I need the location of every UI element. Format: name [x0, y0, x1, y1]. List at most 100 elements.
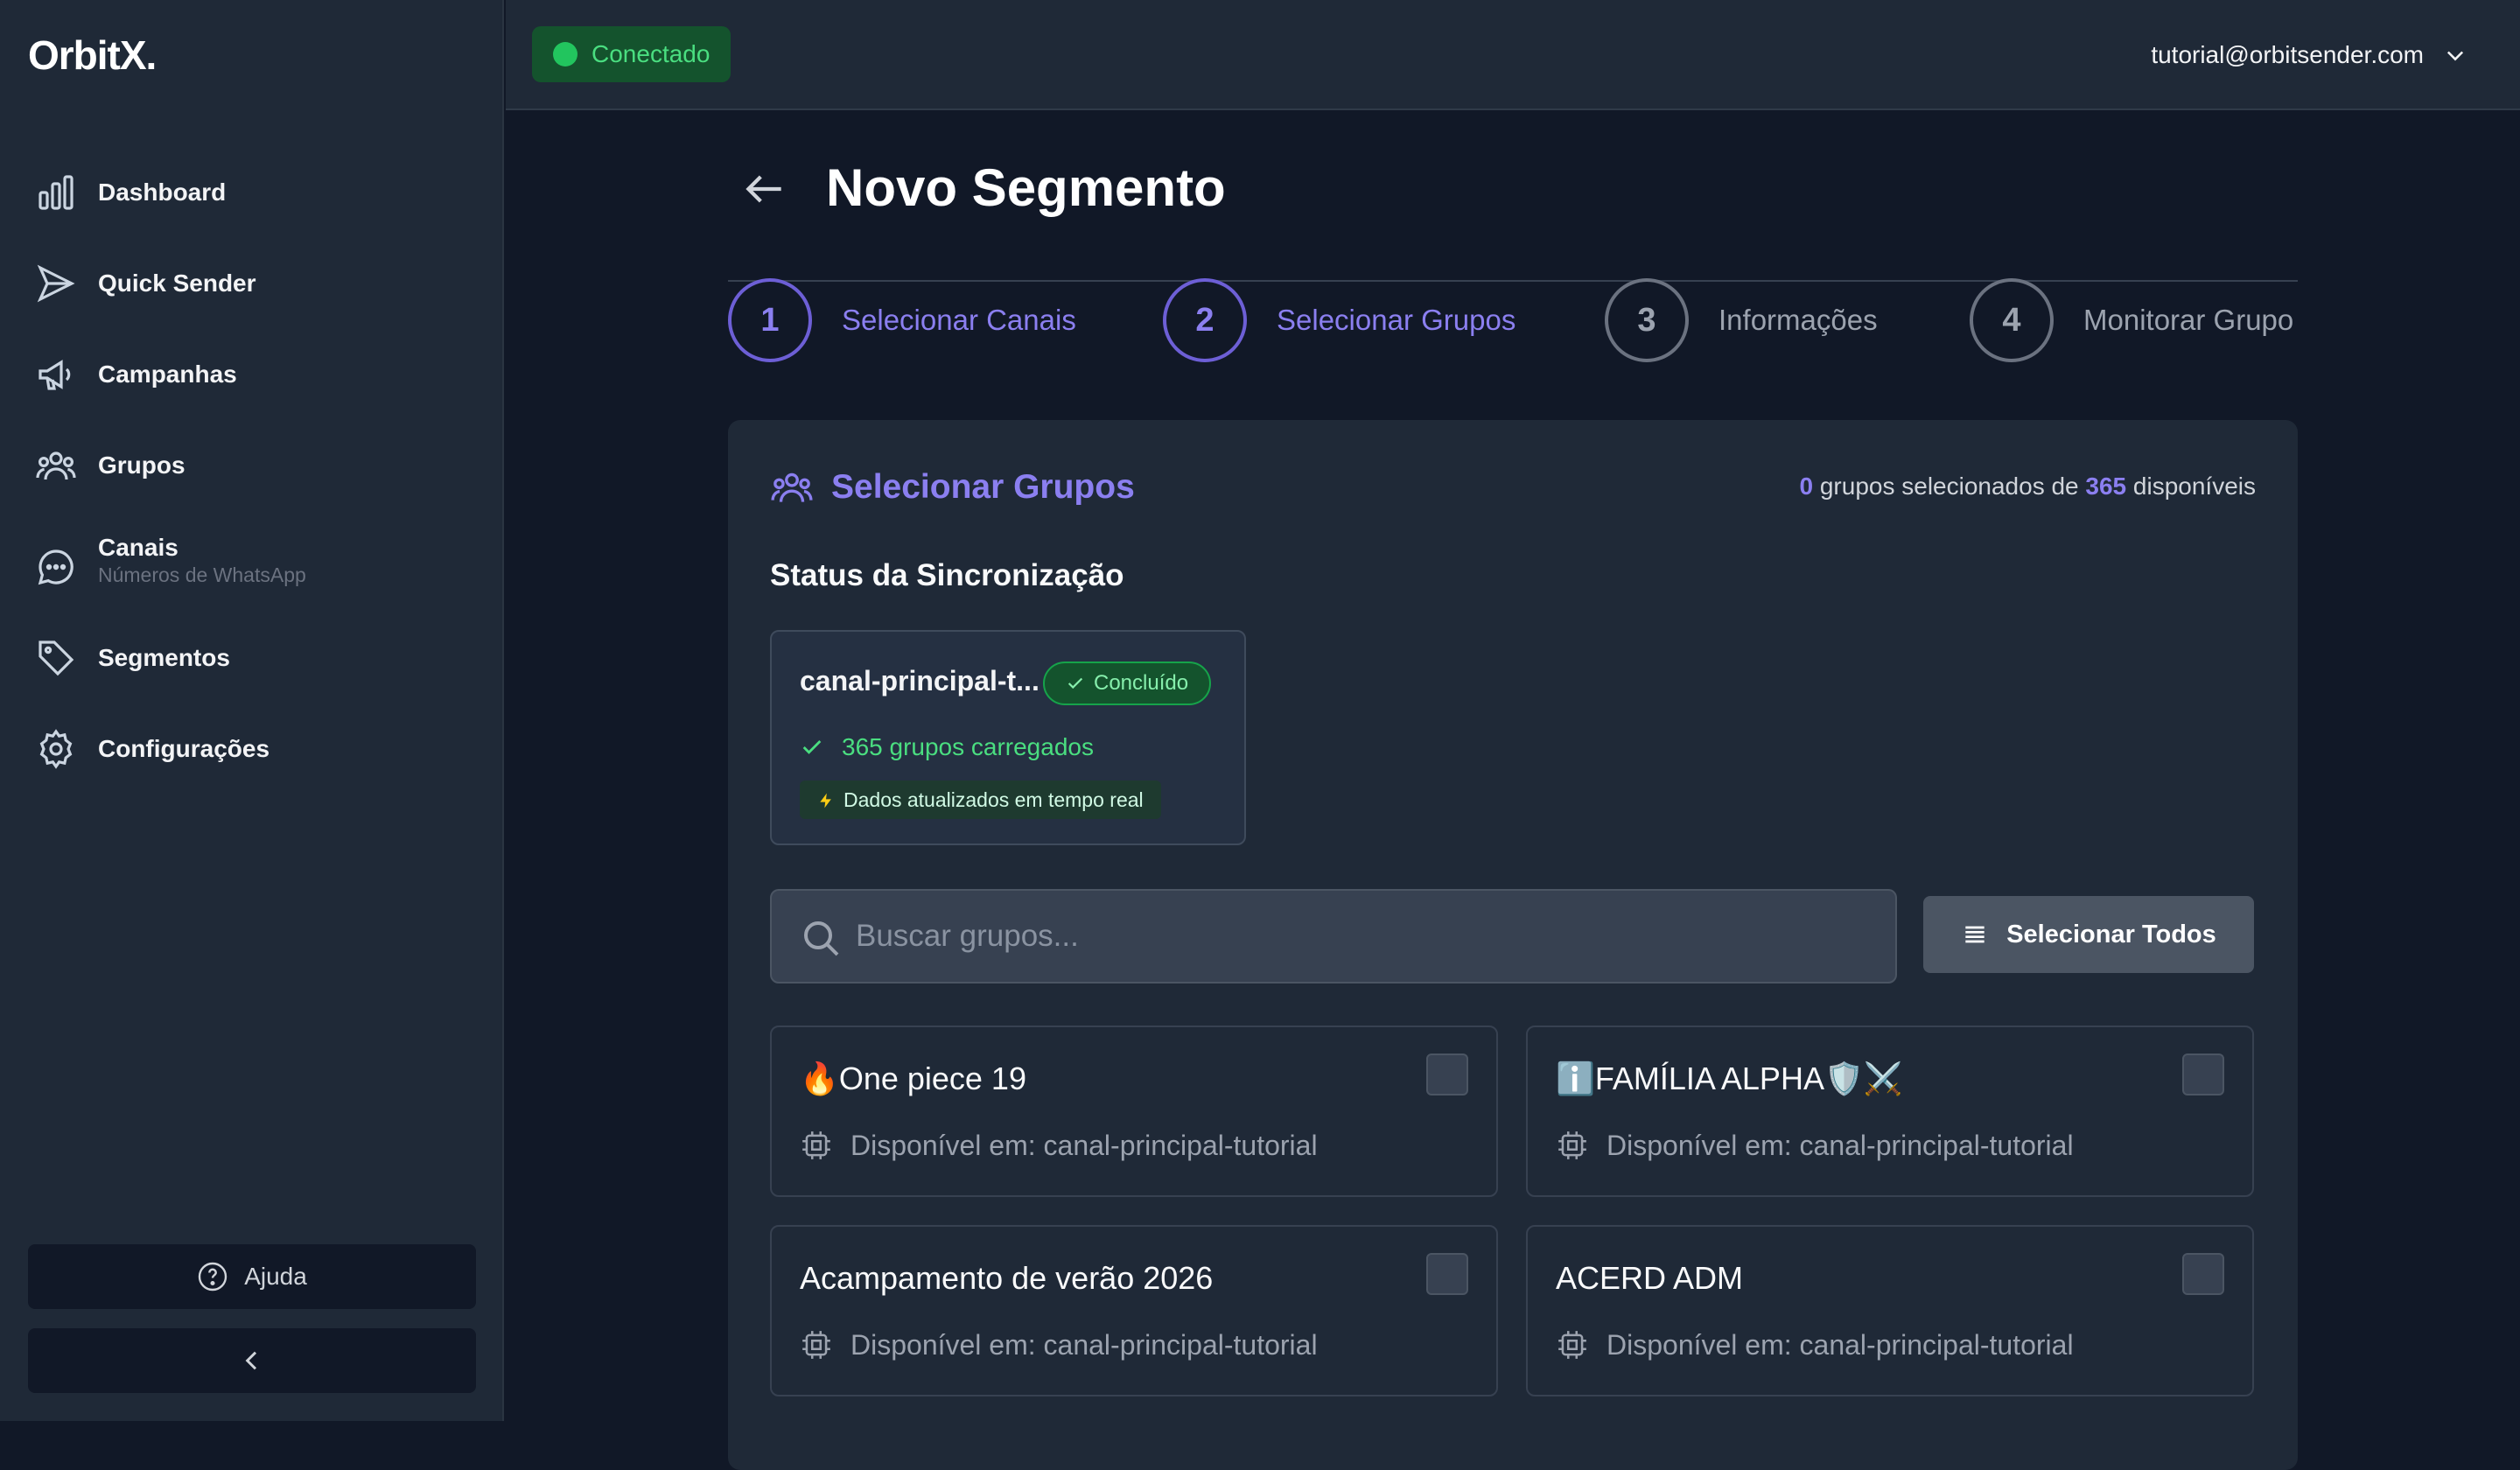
megaphone-icon	[35, 354, 77, 396]
app-logo: OrbitX.	[28, 32, 157, 78]
connection-status-badge: Conectado	[532, 26, 732, 82]
select-all-label: Selecionar Todos	[2006, 920, 2216, 948]
group-checkbox[interactable]	[1426, 1253, 1468, 1295]
chip-icon	[1556, 1328, 1589, 1362]
group-availability-label: Disponível em: canal-principal-tutorial	[850, 1129, 1318, 1161]
sidebar-item-label: Segmentos	[98, 644, 230, 671]
chevron-left-icon	[238, 1347, 266, 1375]
step-number: 4	[1970, 278, 2054, 362]
counter-mid-text: grupos selecionados de	[1819, 472, 2079, 500]
chip-icon	[800, 1328, 833, 1362]
lightning-icon	[817, 791, 835, 808]
group-name: ACERD ADM	[1556, 1260, 1744, 1296]
counter-end-text: disponíveis	[2132, 472, 2256, 500]
check-icon	[1066, 674, 1085, 693]
sync-loaded-info: 365 grupos carregados	[800, 733, 1094, 761]
collapse-sidebar-button[interactable]	[28, 1328, 476, 1393]
sidebar-item-configuracoes[interactable]: Configurações	[0, 714, 504, 784]
step-label: Selecionar Grupos	[1277, 304, 1516, 336]
sidebar-item-label: Quick Sender	[98, 270, 256, 297]
group-search-box	[770, 889, 1897, 984]
group-checkbox[interactable]	[2182, 1054, 2224, 1096]
sync-status-card: canal-principal-t... Concluído 365 grupo…	[770, 630, 1246, 845]
group-name: Acampamento de verão 2026	[800, 1260, 1214, 1296]
sidebar-item-sublabel: Números de WhatsApp	[98, 564, 306, 586]
sync-loaded-label: 365 grupos carregados	[842, 733, 1094, 760]
step-label: Monitorar Grupo	[2083, 304, 2294, 336]
selection-counter: 0 grupos selecionados de 365 disponíveis	[1800, 472, 2257, 500]
step-number: 2	[1163, 278, 1247, 362]
check-icon	[800, 735, 824, 760]
sidebar-item-label: Canais	[98, 534, 178, 561]
sync-live-label: Dados atualizados em tempo real	[844, 788, 1144, 811]
sidebar-item-quick-sender[interactable]: Quick Sender	[0, 248, 504, 318]
group-card[interactable]: ACERD ADM Disponível em: canal-principal…	[1526, 1225, 2254, 1396]
card-title: Selecionar Grupos	[770, 466, 1135, 509]
sidebar-item-label: Configurações	[98, 735, 270, 762]
sidebar-item-campanhas[interactable]: Campanhas	[0, 340, 504, 410]
selected-count: 0	[1799, 472, 1814, 500]
sidebar-item-grupos[interactable]: Grupos	[0, 430, 504, 500]
chip-icon	[1556, 1129, 1589, 1162]
sidebar-item-dashboard[interactable]: Dashboard	[0, 158, 504, 228]
group-name: ℹ️FAMÍLIA ALPHA🛡️⚔️	[1556, 1060, 1903, 1096]
step-label: Informações	[1718, 304, 1878, 336]
user-menu[interactable]: tutorial@orbitsender.com	[2151, 32, 2468, 79]
sidebar-item-label: Campanhas	[98, 360, 237, 388]
step-number: 1	[728, 278, 812, 362]
group-availability: Disponível em: canal-principal-tutorial	[1556, 1129, 2074, 1162]
group-search-input[interactable]	[856, 891, 1880, 982]
group-checkbox[interactable]	[2182, 1253, 2224, 1295]
user-email: tutorial@orbitsender.com	[2151, 41, 2424, 68]
sync-status-title: Status da Sincronização	[770, 558, 1124, 592]
step-number: 3	[1605, 278, 1689, 362]
step-selecionar-grupos[interactable]: 2 Selecionar Grupos	[1163, 278, 1516, 362]
group-availability: Disponível em: canal-principal-tutorial	[800, 1328, 1318, 1362]
group-availability: Disponível em: canal-principal-tutorial	[1556, 1328, 2074, 1362]
back-arrow-icon[interactable]	[740, 164, 789, 214]
sidebar-item-canais[interactable]: Canais Números de WhatsApp	[0, 525, 504, 609]
step-label: Selecionar Canais	[842, 304, 1076, 336]
card-title-label: Selecionar Grupos	[831, 468, 1135, 506]
group-availability-label: Disponível em: canal-principal-tutorial	[1606, 1129, 2074, 1161]
group-card[interactable]: ℹ️FAMÍLIA ALPHA🛡️⚔️ Disponível em: canal…	[1526, 1026, 2254, 1197]
page-title: Novo Segmento	[826, 158, 1226, 217]
groups-selection-card: Selecionar Grupos 0 grupos selecionados …	[728, 420, 2298, 1470]
step-selecionar-canais[interactable]: 1 Selecionar Canais	[728, 278, 1076, 362]
group-card[interactable]: 🔥One piece 19 Disponível em: canal-princ…	[770, 1026, 1498, 1197]
sync-live-info: Dados atualizados em tempo real	[800, 780, 1161, 819]
tag-icon	[35, 637, 77, 679]
list-icon	[1961, 920, 1989, 948]
users-icon	[770, 466, 814, 509]
group-availability-label: Disponível em: canal-principal-tutorial	[850, 1328, 1318, 1361]
select-all-button[interactable]: Selecionar Todos	[1923, 896, 2254, 973]
group-name: 🔥One piece 19	[800, 1060, 1026, 1096]
chevron-down-icon	[2443, 43, 2468, 67]
group-checkbox[interactable]	[1426, 1054, 1468, 1096]
sync-status-badge: Concluído	[1043, 662, 1212, 705]
sync-status-label: Concluído	[1094, 671, 1189, 695]
group-card[interactable]: Acampamento de verão 2026 Disponível em:…	[770, 1225, 1498, 1396]
sidebar-item-label: Dashboard	[98, 178, 227, 206]
step-monitorar-grupo[interactable]: 4 Monitorar Grupo	[1970, 278, 2293, 362]
sync-channel-name: canal-principal-t...	[800, 665, 1040, 696]
step-informacoes[interactable]: 3 Informações	[1605, 278, 1878, 362]
bar-chart-icon	[35, 172, 77, 214]
connection-status-label: Conectado	[592, 40, 710, 67]
chat-icon	[35, 546, 77, 588]
help-label: Ajuda	[244, 1263, 307, 1290]
search-icon	[800, 917, 842, 959]
users-icon	[35, 444, 77, 486]
main-content: Novo Segmento 1 Selecionar Canais 2 Sele…	[506, 112, 2520, 1470]
send-icon	[35, 262, 77, 304]
gear-icon	[35, 728, 77, 770]
sidebar-item-segmentos[interactable]: Segmentos	[0, 623, 504, 693]
help-button[interactable]: Ajuda	[28, 1244, 476, 1309]
status-dot-icon	[553, 42, 578, 66]
help-icon	[197, 1261, 228, 1292]
available-count: 365	[2085, 472, 2127, 500]
group-availability-label: Disponível em: canal-principal-tutorial	[1606, 1328, 2074, 1361]
chip-icon	[800, 1129, 833, 1162]
group-availability: Disponível em: canal-principal-tutorial	[800, 1129, 1318, 1162]
sidebar: OrbitX. Dashboard Quick Sender Campanhas…	[0, 0, 504, 1421]
